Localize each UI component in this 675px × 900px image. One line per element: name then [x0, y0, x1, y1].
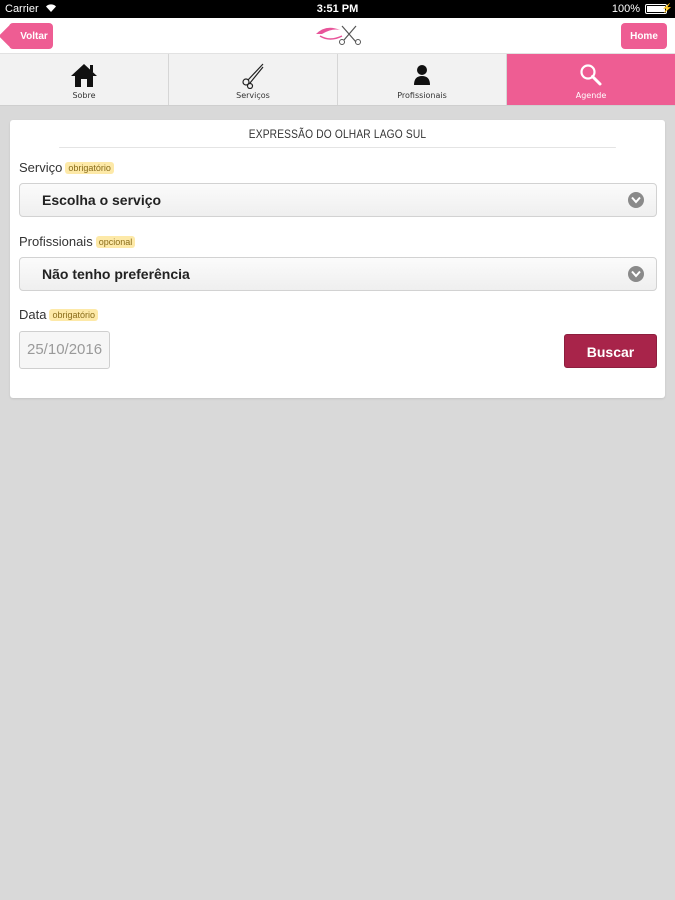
tab-agende[interactable]: Agende: [507, 54, 675, 105]
required-tag: obrigatório: [65, 162, 114, 174]
date-label: Data obrigatório: [19, 307, 98, 322]
tab-servicos[interactable]: Serviços: [169, 54, 338, 105]
nav-bar: Voltar Home: [0, 18, 675, 54]
chevron-down-icon: [628, 266, 644, 282]
card-title: EXPRESSÃO DO OLHAR LAGO SUL: [59, 120, 616, 148]
back-button[interactable]: Voltar: [9, 23, 53, 49]
tab-sobre[interactable]: Sobre: [0, 54, 169, 105]
chevron-down-icon: [628, 192, 644, 208]
tab-label: Profissionais: [397, 91, 447, 100]
professional-select[interactable]: Não tenho preferência: [19, 257, 657, 291]
logo: [312, 20, 364, 50]
service-select[interactable]: Escolha o serviço: [19, 183, 657, 217]
tab-profissionais[interactable]: Profissionais: [338, 54, 507, 105]
optional-tag: opcional: [95, 236, 136, 248]
home-icon: [70, 61, 98, 89]
battery-percent: 100%: [611, 3, 640, 15]
person-icon: [408, 61, 436, 89]
search-icon: [577, 61, 605, 89]
tab-label: Sobre: [72, 91, 96, 100]
professional-label: Profissionais opcional: [19, 234, 136, 249]
home-button[interactable]: Home: [621, 23, 667, 49]
search-button[interactable]: Buscar: [564, 334, 657, 368]
scissors-icon: [239, 61, 267, 89]
service-label: Serviço obrigatório: [19, 160, 114, 175]
required-tag: obrigatório: [49, 309, 98, 321]
charging-icon: ⚡: [661, 3, 673, 13]
tab-label: Agende: [575, 91, 607, 100]
tab-bar: Sobre Serviços Profissionais Agende: [0, 54, 675, 106]
date-field[interactable]: 25/10/2016: [19, 331, 110, 369]
tab-label: Serviços: [236, 91, 270, 100]
booking-form-card: EXPRESSÃO DO OLHAR LAGO SUL Serviço obrig…: [10, 120, 665, 398]
status-time: 3:51 PM: [316, 3, 359, 15]
status-bar: Carrier 3:51 PM 100% ⚡: [0, 0, 675, 18]
